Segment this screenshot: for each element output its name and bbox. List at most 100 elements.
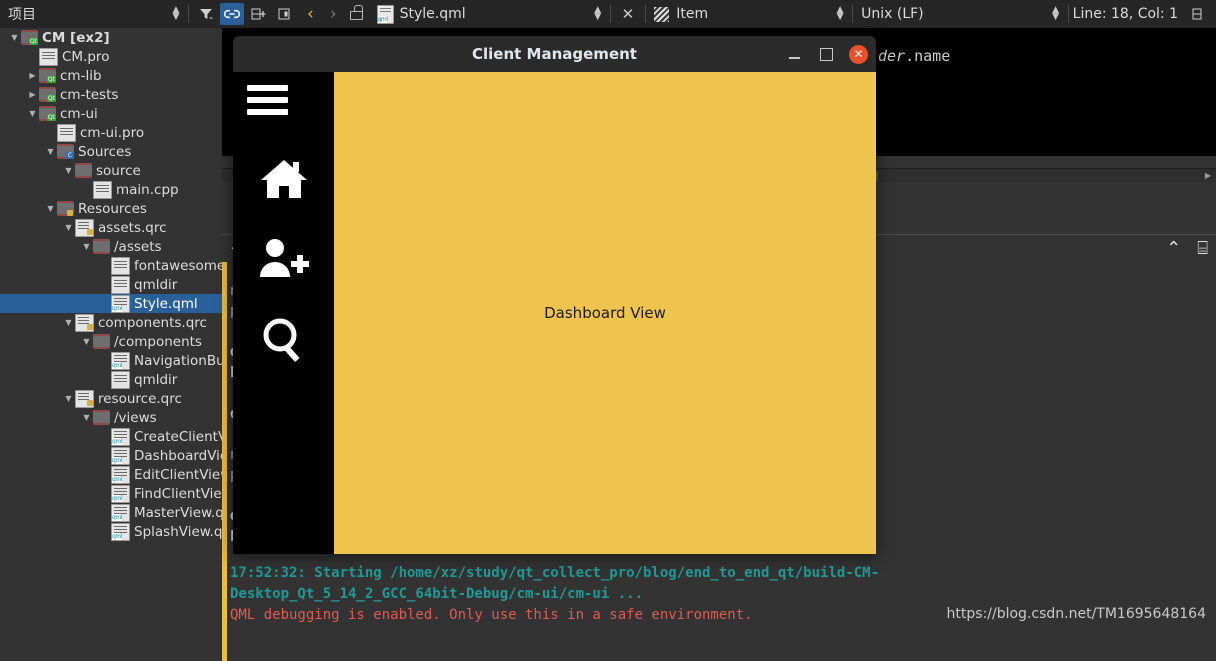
file-dropdown-icon[interactable]: ▲ ▼: [590, 4, 606, 24]
qtfolder-icon: [39, 68, 56, 83]
chevron-right-icon[interactable]: [26, 71, 39, 80]
tree-row[interactable]: cm-ui: [0, 104, 222, 123]
project-tree-panel[interactable]: CM [ex2] CM.pro cm-lib cm-tests cm-ui cm-ui.p…: [0, 28, 222, 633]
link-icon[interactable]: [220, 3, 244, 25]
tree-row[interactable]: CM [ex2]: [0, 28, 222, 47]
file-icon: [111, 256, 130, 275]
tree-item-label: qmldir: [134, 276, 178, 293]
item-symbol-icon: [654, 6, 670, 22]
qrc-icon: [75, 389, 94, 408]
file-icon: [111, 275, 130, 294]
close-split-icon[interactable]: [272, 3, 296, 25]
window-title-bar[interactable]: Client Management ✕: [233, 36, 876, 72]
toolbar-divider: [188, 5, 189, 23]
tree-row[interactable]: /assets: [0, 237, 222, 256]
split-add-icon[interactable]: [246, 3, 270, 25]
qtfolder-icon: [21, 30, 38, 45]
tree-row[interactable]: components.qrc: [0, 313, 222, 332]
chevron-down-icon[interactable]: [80, 337, 93, 346]
chevron-down-icon[interactable]: [44, 147, 57, 156]
sync-spin-icon[interactable]: ▲ ▼: [168, 4, 184, 24]
split-editor-icon[interactable]: [1187, 3, 1211, 25]
collapse-pane-icon[interactable]: ⌃: [1158, 240, 1189, 258]
tree-row[interactable]: qmldir: [0, 370, 222, 389]
tree-row[interactable]: Resources: [0, 199, 222, 218]
close-button[interactable]: ✕: [849, 44, 868, 64]
tree-row[interactable]: FindClientView: [0, 484, 222, 503]
tree-row[interactable]: CM.pro: [0, 47, 222, 66]
open-file-selector[interactable]: Style.qml: [371, 0, 466, 28]
cursor-position-indicator[interactable]: Line: 18, Col: 1: [1073, 0, 1178, 28]
tree-row[interactable]: CreateClientV: [0, 427, 222, 446]
cursor-position-label: Line: 18, Col: 1: [1072, 6, 1179, 22]
console-line: Desktop_Qt_5_14_2_GCC_64bit-Debug/cm-ui/…: [230, 586, 644, 602]
minimize-button[interactable]: [785, 45, 803, 63]
pro-icon: [57, 123, 76, 142]
chevron-right-icon[interactable]: [26, 90, 39, 99]
window-controls: ✕: [785, 36, 868, 72]
filter-icon[interactable]: [194, 3, 218, 25]
tree-row[interactable]: NavigationBut: [0, 351, 222, 370]
tree-row[interactable]: cm-ui.pro: [0, 123, 222, 142]
maximize-button[interactable]: [817, 45, 835, 63]
tree-row[interactable]: resource.qrc: [0, 389, 222, 408]
tree-row[interactable]: Sources: [0, 142, 222, 161]
project-pane-title: 项目: [8, 7, 36, 23]
tree-item-label: source: [96, 162, 141, 179]
tree-row[interactable]: SplashView.qm: [0, 522, 222, 541]
tree-row[interactable]: qmldir: [0, 275, 222, 294]
open-file-name: Style.qml: [399, 6, 466, 22]
qrc-icon: [75, 313, 94, 332]
chevron-down-icon[interactable]: [62, 318, 75, 327]
tree-row[interactable]: Style.qml: [0, 294, 222, 313]
line-ending-selector[interactable]: Unix (LF): [857, 0, 924, 28]
tree-item-label: /components: [114, 333, 202, 350]
chevron-down-icon[interactable]: [62, 394, 75, 403]
window-body: Das Ne: [233, 72, 876, 554]
line-ending-dropdown-icon[interactable]: ▲ ▼: [1048, 4, 1064, 24]
folder-icon: [93, 239, 110, 254]
chevron-down-icon[interactable]: [26, 109, 39, 118]
qml-icon: [111, 427, 130, 446]
code-line-fragment: der.name: [878, 47, 950, 65]
tree-row[interactable]: MasterView.q: [0, 503, 222, 522]
tree-row[interactable]: source: [0, 161, 222, 180]
qtfolder-icon: [39, 106, 56, 121]
chevron-down-icon[interactable]: [62, 166, 75, 175]
nav-forward-button[interactable]: ›: [322, 5, 345, 23]
user-plus-icon: [233, 237, 334, 281]
unlock-icon[interactable]: [345, 4, 371, 24]
tree-row[interactable]: main.cpp: [0, 180, 222, 199]
tree-row[interactable]: DashboardVie: [0, 446, 222, 465]
client-management-window[interactable]: Client Management ✕ Dashboard View: [233, 36, 876, 554]
tree-item-label: cm-ui: [60, 105, 98, 122]
tree-item-label: /views: [114, 409, 157, 426]
chevron-down-icon[interactable]: [8, 33, 21, 42]
close-file-button[interactable]: ✕: [615, 5, 642, 23]
tree-item-label: Resources: [78, 200, 147, 217]
nav-back-button[interactable]: ‹: [299, 5, 322, 23]
maximize-pane-icon[interactable]: ⌸: [1189, 240, 1216, 258]
tree-row[interactable]: /components: [0, 332, 222, 351]
tree-row[interactable]: fontawesome.: [0, 256, 222, 275]
symbol-dropdown-icon[interactable]: ▲ ▼: [832, 4, 848, 24]
chevron-down-icon[interactable]: [62, 223, 75, 232]
window-title: Client Management: [472, 45, 637, 63]
tree-row[interactable]: /views: [0, 408, 222, 427]
home-icon: [233, 156, 334, 202]
tree-row[interactable]: cm-tests: [0, 85, 222, 104]
app-navigation-sidebar: Das Ne: [233, 72, 364, 554]
application-output-bottom[interactable]: 17:52:32: Starting /home/xz/study/qt_col…: [222, 565, 1216, 633]
toolbar-divider-5: [1067, 5, 1069, 23]
chevron-down-icon[interactable]: [80, 242, 93, 251]
chevron-down-icon[interactable]: [80, 413, 93, 422]
tree-item-label: DashboardVie: [134, 447, 222, 464]
chevron-down-icon[interactable]: [44, 204, 57, 213]
tree-row[interactable]: EditClientView: [0, 465, 222, 484]
tree-row[interactable]: cm-lib: [0, 66, 222, 85]
qml-icon: [111, 503, 130, 522]
hamburger-icon[interactable]: [247, 85, 288, 121]
symbol-selector[interactable]: Item: [650, 0, 708, 28]
scroll-right-arrow-icon[interactable]: ▶: [1202, 170, 1214, 182]
tree-row[interactable]: assets.qrc: [0, 218, 222, 237]
